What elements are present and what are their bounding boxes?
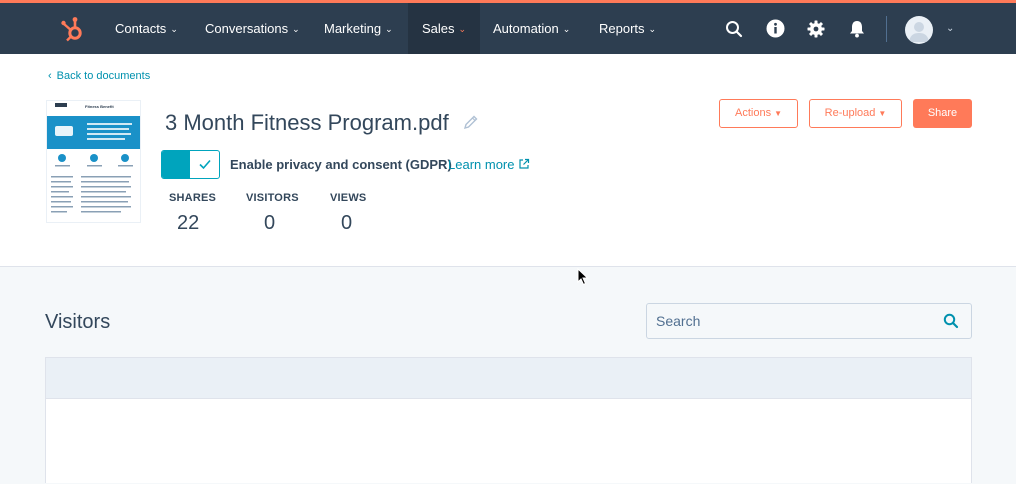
toggle-track-fill xyxy=(162,151,190,178)
share-button[interactable]: Share xyxy=(913,99,972,128)
back-link-label: Back to documents xyxy=(56,70,151,82)
nav-conversations-label: Conversations xyxy=(205,21,289,36)
nav-automation-label: Automation xyxy=(493,21,559,36)
actions-button-label: Actions xyxy=(735,107,772,119)
search-input[interactable] xyxy=(647,304,936,338)
nav-reports[interactable]: Reports ⌄ xyxy=(599,3,656,54)
stat-value-shares: 22 xyxy=(177,212,200,234)
info-icon[interactable] xyxy=(765,3,785,54)
mouse-cursor-icon xyxy=(577,268,589,286)
gdpr-label: Enable privacy and consent (GDPR) xyxy=(230,157,452,172)
chevron-down-icon: ⌄ xyxy=(562,24,571,34)
table-header xyxy=(46,358,971,399)
stat-value-visitors: 0 xyxy=(264,212,276,234)
chevron-down-icon: ⌄ xyxy=(292,24,300,34)
visitors-table xyxy=(45,357,972,483)
nav-contacts[interactable]: Contacts ⌄ xyxy=(115,3,178,54)
stat-value-views: 0 xyxy=(341,212,353,234)
stat-label-visitors: VISITORS xyxy=(246,192,299,204)
search-icon[interactable] xyxy=(724,3,744,54)
stat-label-views: VIEWS xyxy=(330,192,367,204)
chevron-down-icon[interactable]: ⌄ xyxy=(946,3,954,54)
external-link-icon xyxy=(519,158,530,169)
stat-label-shares: SHARES xyxy=(169,192,217,204)
thumbnail-heading: Fitness Benefit xyxy=(85,104,114,109)
pencil-icon[interactable] xyxy=(463,114,479,130)
nav-automation[interactable]: Automation ⌄ xyxy=(493,3,570,54)
back-to-documents-link[interactable]: ‹ Back to documents xyxy=(48,70,150,82)
chevron-down-icon: ⌄ xyxy=(458,24,467,34)
chevron-left-icon: ‹ xyxy=(48,70,52,82)
reupload-button[interactable]: Re-upload ▼ xyxy=(809,99,902,128)
gear-icon[interactable] xyxy=(806,3,826,54)
chevron-down-icon: ⌄ xyxy=(385,24,393,34)
gdpr-toggle[interactable] xyxy=(161,150,220,179)
nav-divider xyxy=(886,16,887,42)
avatar[interactable] xyxy=(905,16,933,44)
visitors-search[interactable] xyxy=(646,303,972,339)
checkmark-icon xyxy=(199,159,211,170)
chevron-down-icon: ⌄ xyxy=(648,24,657,34)
reupload-button-label: Re-upload xyxy=(824,107,876,119)
visitors-title: Visitors xyxy=(45,311,111,333)
document-title: 3 Month Fitness Program.pdf xyxy=(165,110,449,135)
nav-sales[interactable]: Sales ⌄ xyxy=(408,3,481,54)
nav-sales-label: Sales xyxy=(422,21,455,36)
chevron-down-icon: ⌄ xyxy=(170,24,178,34)
search-icon[interactable] xyxy=(943,313,959,329)
top-nav: Contacts ⌄ Conversations ⌄ Marketing ⌄ Sale… xyxy=(0,0,1016,54)
nav-marketing-label: Marketing xyxy=(324,21,382,36)
nav-conversations[interactable]: Conversations ⌄ xyxy=(205,3,300,54)
nav-marketing[interactable]: Marketing ⌄ xyxy=(324,3,393,54)
actions-button[interactable]: Actions ▼ xyxy=(719,99,798,128)
learn-more-label: Learn more xyxy=(448,157,515,172)
hubspot-logo[interactable] xyxy=(60,15,86,43)
caret-down-icon: ▼ xyxy=(774,109,782,118)
learn-more-link[interactable]: Learn more xyxy=(448,157,530,172)
nav-reports-label: Reports xyxy=(599,21,645,36)
caret-down-icon: ▼ xyxy=(878,109,887,118)
nav-contacts-label: Contacts xyxy=(115,21,167,36)
bell-icon[interactable] xyxy=(847,3,867,54)
document-thumbnail[interactable]: Fitness Benefit xyxy=(46,100,141,223)
